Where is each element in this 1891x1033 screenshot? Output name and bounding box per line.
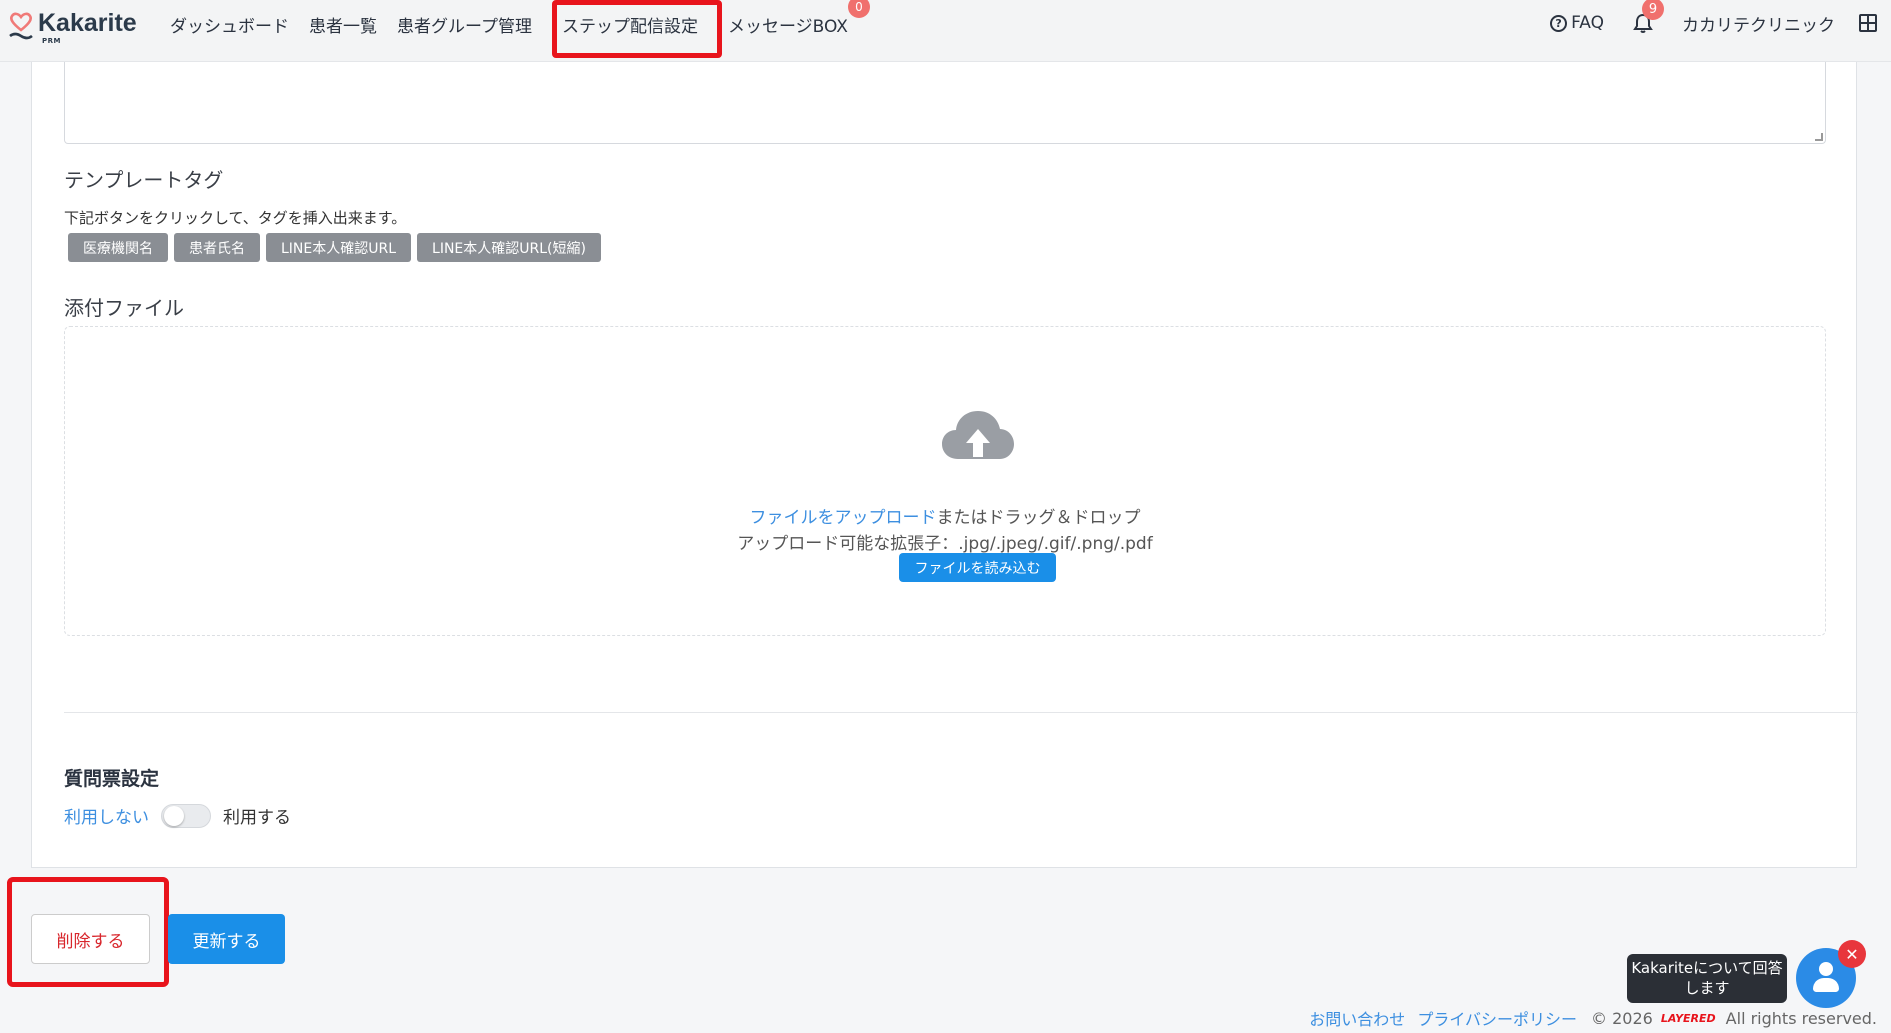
questionnaire-toggle-switch[interactable] (161, 803, 211, 828)
user-avatar-body (1813, 978, 1839, 992)
allowed-extensions-text: アップロード可能な拡張子：.jpg/.jpeg/.gif/.png/.pdf (737, 534, 1153, 554)
tag-button-line-verify-url-short[interactable]: LINE本人確認URL(短縮) (417, 233, 601, 262)
privacy-policy-link[interactable]: プライバシーポリシー (1417, 1006, 1577, 1030)
page-footer: お問い合わせ プライバシーポリシー © 2026 LAYERED All rig… (1309, 1006, 1877, 1030)
copyright-text: © 2026 (1591, 1008, 1653, 1028)
chat-close-button[interactable]: ✕ (1838, 940, 1866, 968)
user-avatar-icon (1819, 962, 1833, 976)
cloud-upload-icon (942, 411, 1014, 459)
main-nav: ダッシュボード 患者一覧 患者グループ管理 ステップ配信設定 メッセージBOX … (170, 0, 870, 48)
read-file-button[interactable]: ファイルを読み込む (899, 553, 1056, 582)
questionnaire-on-label: 利用する (223, 808, 291, 828)
toggle-knob (164, 805, 184, 826)
notifications-button[interactable]: 9 (1632, 0, 1664, 34)
heart-logo-icon (9, 12, 33, 40)
dropzone-instruction: ファイルをアップロードまたはドラッグ＆ドロップ (65, 503, 1825, 528)
logo-text: Kakarite (38, 9, 137, 37)
top-navbar: Kakarite PRM ダッシュボード 患者一覧 患者グループ管理 ステップ配… (0, 0, 1891, 62)
nav-patient-list[interactable]: 患者一覧 (309, 12, 377, 37)
questionnaire-toggle-row: 利用しない 利用する (64, 803, 291, 828)
template-tag-list: 医療機関名 患者氏名 LINE本人確認URL LINE本人確認URL(短縮) (68, 233, 607, 262)
nav-message-box-label: メッセージBOX (727, 16, 848, 37)
nav-patient-groups[interactable]: 患者グループ管理 (397, 12, 532, 37)
header-right: ? FAQ 9 カカリテクリニック (1550, 0, 1877, 46)
logo-subtext: PRM (42, 37, 61, 45)
apps-grid-icon[interactable] (1859, 14, 1877, 32)
rights-text: All rights reserved. (1725, 1008, 1877, 1028)
nav-message-box[interactable]: メッセージBOX 0 (727, 0, 870, 37)
message-body-textarea[interactable] (64, 62, 1826, 144)
drag-drop-text: またはドラッグ＆ドロップ (936, 508, 1141, 528)
tag-button-line-verify-url[interactable]: LINE本人確認URL (266, 233, 412, 262)
delete-button[interactable]: 削除する (31, 914, 150, 964)
faq-label: FAQ (1571, 13, 1604, 33)
question-circle-icon: ? (1550, 14, 1568, 32)
update-button[interactable]: 更新する (168, 914, 285, 964)
template-tags-title: テンプレートタグ (64, 168, 224, 192)
section-divider (64, 712, 1858, 713)
contact-link[interactable]: お問い合わせ (1309, 1006, 1405, 1030)
clinic-name-menu[interactable]: カカリテクリニック (1682, 11, 1835, 36)
file-dropzone[interactable]: ファイルをアップロードまたはドラッグ＆ドロップ アップロード可能な拡張子：.jp… (64, 326, 1826, 636)
layered-brand-logo: LAYERED (1660, 1011, 1716, 1025)
tag-button-facility-name[interactable]: 医療機関名 (68, 233, 168, 262)
step-message-edit-form: テンプレートタグ 下記ボタンをクリックして、タグを挿入出来ます。 医療機関名 患… (31, 62, 1858, 868)
tag-button-patient-name[interactable]: 患者氏名 (174, 233, 260, 262)
chat-tooltip[interactable]: Kakariteについて回答します (1627, 954, 1787, 1003)
upload-file-link[interactable]: ファイルをアップロード (750, 508, 937, 528)
attachment-title: 添付ファイル (64, 296, 184, 320)
template-tags-help: 下記ボタンをクリックして、タグを挿入出来ます。 (64, 209, 407, 227)
step-delivery-highlight-box (552, 0, 722, 58)
resize-grip-icon[interactable] (1815, 133, 1823, 141)
kakarite-logo[interactable]: Kakarite PRM (8, 9, 137, 45)
notification-count-badge: 9 (1642, 0, 1664, 20)
questionnaire-settings-title: 質問票設定 (64, 768, 160, 790)
nav-dashboard[interactable]: ダッシュボード (170, 12, 289, 37)
faq-link[interactable]: ? FAQ (1550, 13, 1604, 33)
message-count-badge: 0 (847, 0, 870, 18)
questionnaire-off-label: 利用しない (64, 808, 149, 828)
